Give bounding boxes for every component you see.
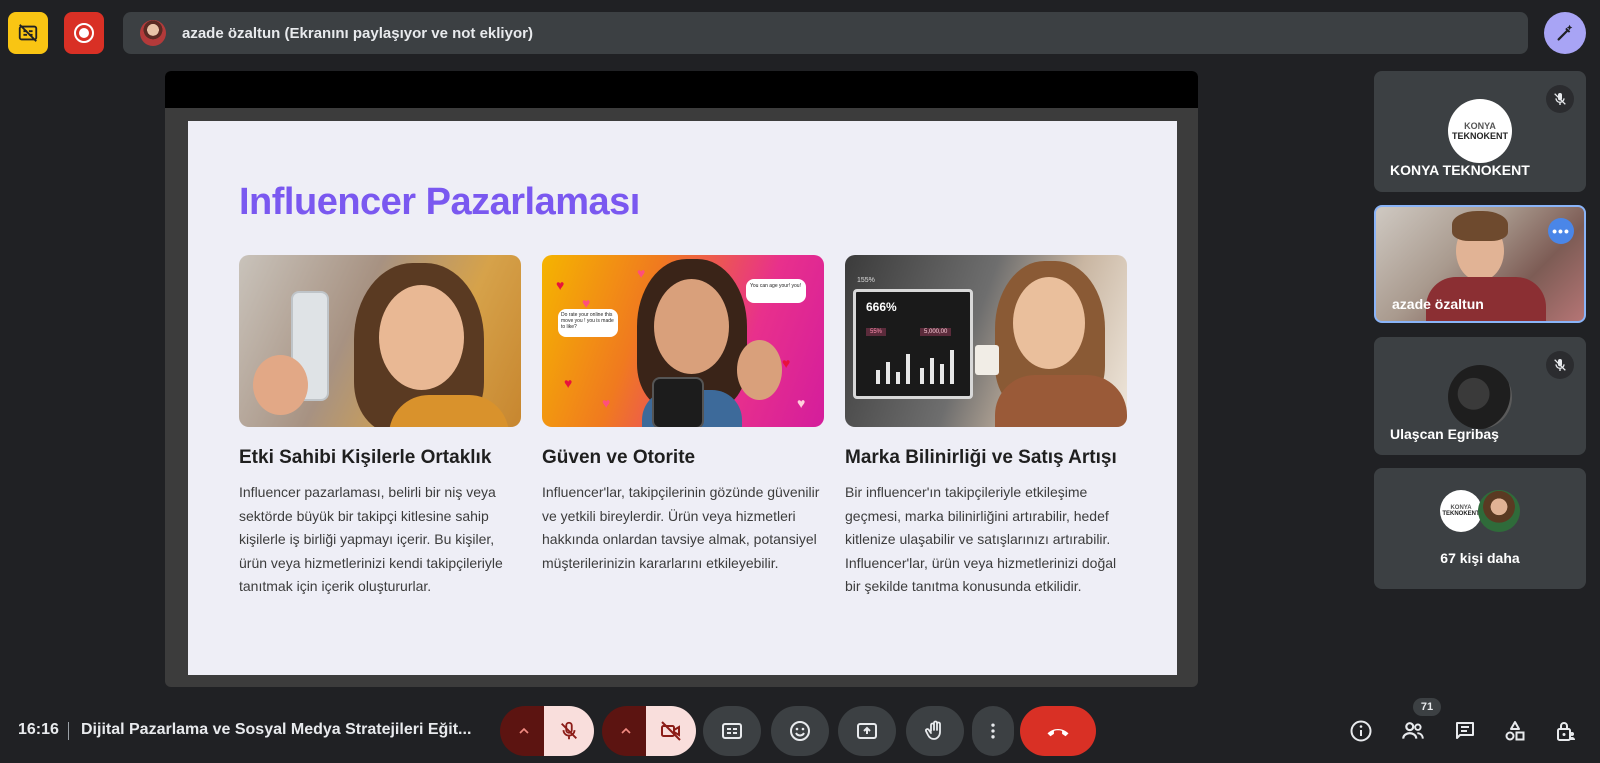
present-screen-icon [857,723,877,739]
stage-header [165,71,1198,108]
image-stat-small: 155% [857,277,875,284]
annotate-button[interactable] [1544,12,1586,54]
image-stat-big: 666% [866,300,897,314]
info-icon [1350,720,1372,742]
mic-off-icon [1554,359,1566,371]
column-body: Influencer pazarlaması, belirli bir niş … [239,484,503,594]
meeting-title[interactable]: Dijital Pazarlama ve Sosyal Medya Strate… [81,721,471,739]
reactions-button[interactable] [771,706,829,756]
more-participants-tile[interactable]: KONYA TEKNOKENT 67 kişi daha [1374,468,1586,589]
konya-teknokent-logo: KONYA TEKNOKENT [1448,99,1512,163]
camera-toggle-button[interactable] [646,706,696,756]
more-participants-label: 67 kişi daha [1440,550,1520,566]
image-bubble-text: Do rate your online this move you ! you … [561,312,614,330]
social-media-influencer-image: ♥ ♥ ♥ ♥ ♥ ♥ ♥ Do rate your online this m… [542,255,824,427]
column-heading: Marka Bilinirliği ve Satış Artışı [845,447,1117,468]
captions-button[interactable] [703,706,761,756]
people-count-badge: 71 [1413,698,1441,716]
participant-tile-konya-teknokent[interactable]: KONYA TEKNOKENT KONYA TEKNOKENT [1374,71,1586,192]
meeting-clock: 16:16 [18,721,59,738]
camera-off-icon [661,721,681,741]
slide-column-2: ♥ ♥ ♥ ♥ ♥ ♥ ♥ Do rate your online this m… [542,255,824,575]
more-vert-icon [991,723,995,739]
avatar [1448,365,1512,429]
slide-title: Influencer Pazarlaması [239,181,640,223]
participant-tile-ulascan-egribas[interactable]: Ulaşcan Egribaş [1374,337,1586,455]
microphone-toggle-button[interactable] [544,706,594,756]
activities-button[interactable] [1500,716,1530,746]
image-stat-mid: 55% [866,328,887,336]
record-icon [74,23,94,43]
leave-call-button[interactable] [1020,706,1096,756]
column-heading: Güven ve Otorite [542,447,696,468]
column-body: Influencer'lar, takipçilerinin gözünde g… [542,484,820,571]
konya-teknokent-logo: KONYA TEKNOKENT [1440,490,1482,532]
more-options-button[interactable] [972,706,1014,756]
video-options-button[interactable] [602,706,650,756]
emoji-icon [790,721,810,741]
people-icon [1402,722,1424,739]
shapes-icon [1505,721,1525,741]
recording-button[interactable] [64,12,104,54]
magic-pen-icon [1557,24,1573,41]
participant-name: azade özaltun [1392,296,1484,312]
present-screen-button[interactable] [838,706,896,756]
chevron-up-icon [621,727,631,734]
captions-off-button[interactable] [8,12,48,54]
chat-icon [1456,722,1474,739]
raise-hand-button[interactable] [906,706,964,756]
participant-name: KONYA TEKNOKENT [1390,162,1530,178]
audio-options-button[interactable] [500,706,548,756]
marketing-analytics-image: 155% 666% 55% 5,000,00 [845,255,1127,427]
mic-off-icon [561,721,577,740]
participant-name: Ulaşcan Egribaş [1390,426,1499,442]
screen-share-stage: Influencer Pazarlaması Etki Sahibi Kişil… [165,71,1198,687]
presenter-avatar [140,20,166,46]
chevron-up-icon [519,727,529,734]
chat-button[interactable] [1450,716,1480,746]
meeting-details-button[interactable] [1346,716,1376,746]
closed-captions-off-icon [18,24,38,42]
more-dots-icon: ••• [1552,223,1570,239]
participant-tile-azade-ozaltun[interactable]: ••• azade özaltun [1374,205,1586,323]
divider [68,722,69,740]
presentation-slide: Influencer Pazarlaması Etki Sahibi Kişil… [188,121,1177,675]
slide-column-1: Etki Sahibi Kişilerle Ortaklık Influence… [239,255,521,599]
selfie-influencer-image [239,255,521,427]
column-body: Bir influencer'ın takipçileriyle etkileş… [845,484,1117,594]
host-controls-button[interactable] [1550,716,1580,746]
column-heading: Etki Sahibi Kişilerle Ortaklık [239,447,492,468]
raise-hand-icon [925,720,941,740]
image-stat-right: 5,000,00 [920,328,952,336]
lock-person-icon [1557,722,1575,741]
avatar [1478,490,1520,532]
slide-column-3: 155% 666% 55% 5,000,00 Marka Bilinirliği… [845,255,1127,599]
closed-captions-icon [722,723,742,739]
presenter-text: azade özaltun (Ekranını paylaşıyor ve no… [182,24,533,42]
call-end-icon [1047,728,1069,737]
image-bubble-text: You can age your! you! [750,283,801,289]
mic-off-icon [1554,93,1566,105]
mic-off-indicator [1546,351,1574,379]
participant-options-button[interactable]: ••• [1548,218,1574,244]
mic-off-indicator [1546,85,1574,113]
presenter-banner: azade özaltun (Ekranını paylaşıyor ve no… [123,12,1528,54]
people-button[interactable] [1398,716,1428,746]
